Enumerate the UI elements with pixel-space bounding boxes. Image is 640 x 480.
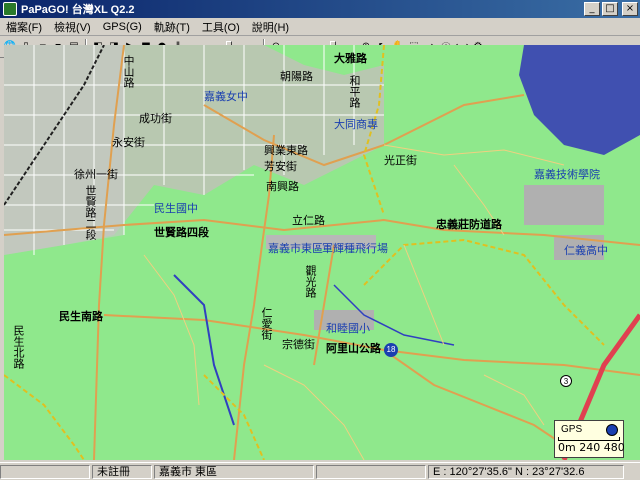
label-renai-st: 仁愛街 <box>260 307 273 340</box>
route-badge: 18 <box>384 343 398 357</box>
menu-track[interactable]: 軌跡(T) <box>148 19 196 35</box>
compass-icon[interactable] <box>606 424 618 436</box>
label-daya-road: 大雅路 <box>334 52 367 65</box>
menu-file[interactable]: 檔案(F) <box>0 19 48 35</box>
campus-area <box>524 185 604 225</box>
minimize-button[interactable]: _ <box>584 2 600 16</box>
label-minsheng-jhs: 民生國中 <box>154 202 198 215</box>
label-fangan-st: 芳安街 <box>264 160 297 173</box>
menu-view[interactable]: 檢視(V) <box>48 19 97 35</box>
label-xuzhou-st: 徐州一街 <box>74 168 118 181</box>
menu-help[interactable]: 說明(H) <box>246 19 295 35</box>
map-view[interactable]: 大雅路 嘉義女中 大同商專 嘉義技術學院 民生國中 世賢路四段 嘉義市東區 軍輝… <box>4 45 640 460</box>
menu-gps[interactable]: GPS(G) <box>97 21 148 33</box>
label-heping-road: 和平路 <box>348 75 361 108</box>
label-xingye-e-road: 興業東路 <box>264 144 308 157</box>
gps-signal-icon: GPS <box>561 424 583 435</box>
label-east-district: 嘉義市東區 <box>268 242 323 255</box>
label-zhongshan-road: 中山路 <box>122 55 135 88</box>
status-coordinates: E : 120°27'35.6" N : 23°27'32.6 <box>428 464 624 479</box>
label-alishan-highway: 阿里山公路 <box>326 342 381 355</box>
label-guangzheng-st: 光正街 <box>384 154 417 167</box>
label-chaoyang-road: 朝陽路 <box>280 70 313 83</box>
label-chiayi-girls-hs: 嘉義女中 <box>204 90 248 103</box>
label-zhongyi-road: 忠義莊防道路 <box>436 218 502 231</box>
scale-text: 0m 240 480 <box>558 441 625 454</box>
status-bar: 未註冊 嘉義市 東區 E : 120°27'35.6" N : 23°27'32… <box>0 462 640 480</box>
label-renyi-hs: 仁義高中 <box>564 244 608 257</box>
lake <box>519 45 640 155</box>
app-icon <box>3 2 17 16</box>
river <box>173 274 235 426</box>
label-guanguang-road: 觀光路 <box>304 265 317 298</box>
label-minsheng-s-road: 民生南路 <box>59 310 103 323</box>
label-hemu-es: 和睦國小 <box>326 322 370 335</box>
menu-tools[interactable]: 工具(O) <box>196 19 246 35</box>
status-pane-empty <box>0 464 90 479</box>
window-title: PaPaGO! 台灣XL Q2.2 <box>21 4 135 16</box>
label-yongan-st: 永安街 <box>112 136 145 149</box>
label-airfield: 軍輝種飛行場 <box>322 242 388 255</box>
label-shixian-road: 世賢路四段 <box>154 226 209 239</box>
scale-box: GPS 0m 240 480 <box>554 420 625 458</box>
label-zongde-st: 宗德街 <box>282 338 315 351</box>
status-registration: 未註冊 <box>92 464 152 479</box>
label-liren-road: 立仁路 <box>292 214 325 227</box>
maximize-button[interactable]: □ <box>602 2 618 16</box>
close-button[interactable]: × <box>622 2 638 16</box>
label-datong-college: 大同商專 <box>334 118 378 131</box>
status-spacer <box>316 464 426 479</box>
title-bar: PaPaGO! 台灣XL Q2.2 _ □ × <box>0 0 640 18</box>
label-nanxing-road: 南興路 <box>266 180 299 193</box>
label-chenggong-st: 成功街 <box>139 112 172 125</box>
label-minsheng-n-road: 民生北路 <box>12 325 25 369</box>
label-shixian-road-2: 世賢路二段 <box>84 185 97 240</box>
menu-bar: 檔案(F) 檢視(V) GPS(G) 軌跡(T) 工具(O) 說明(H) <box>0 18 640 36</box>
route-badge: 3 <box>560 375 572 387</box>
status-district: 嘉義市 東區 <box>154 464 314 479</box>
label-chiayi-tech: 嘉義技術學院 <box>534 168 600 181</box>
